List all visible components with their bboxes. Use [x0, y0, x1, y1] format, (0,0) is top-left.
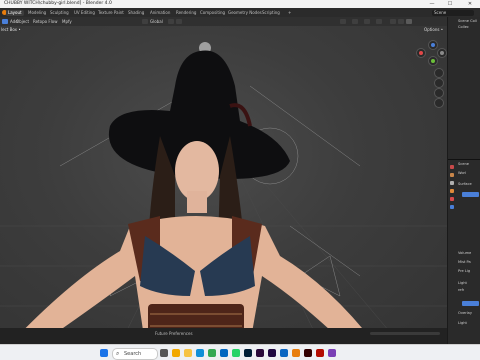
shading-rendered-icon[interactable] [406, 19, 412, 24]
props-light[interactable]: Light [458, 281, 467, 286]
scene-render [0, 42, 447, 344]
surface-value-field[interactable] [462, 192, 479, 197]
status-bar: Future Preferences [0, 328, 447, 344]
scene-selector[interactable]: Scene [432, 10, 474, 16]
chrome-icon[interactable] [208, 349, 216, 357]
illustrator-icon[interactable] [304, 349, 312, 357]
viewport-header: Add Object Retopo Flow Mpfy Global [0, 17, 447, 26]
search-icon: ⌕ [116, 350, 120, 357]
pan-hand-icon[interactable] [434, 78, 444, 88]
file-explorer-icon[interactable] [184, 349, 192, 357]
taskbar-search[interactable]: ⌕ Search [112, 348, 158, 360]
tab-uv-editing[interactable]: UV Editing [72, 10, 97, 16]
search-input: Search [124, 351, 142, 357]
props-scene: Scene [458, 162, 469, 166]
widgets-icon[interactable] [172, 349, 180, 357]
scene-properties-icon[interactable] [450, 189, 454, 193]
photoshop-icon[interactable] [244, 349, 252, 357]
tab-scripting[interactable]: Scripting [260, 10, 282, 16]
tab-compositing[interactable]: Compositing [198, 10, 227, 16]
tool-properties-icon[interactable] [450, 165, 454, 169]
menu-retopo-flow[interactable]: Retopo Flow [33, 19, 57, 24]
preferences-label[interactable]: Future Preferences [155, 331, 193, 336]
menu-object[interactable]: Object [16, 19, 29, 24]
object-properties-icon[interactable] [450, 205, 454, 209]
shading-solid-icon[interactable] [390, 19, 396, 24]
outliner-row-scene-collection[interactable]: Scene Coll [458, 19, 477, 24]
camera-view-icon[interactable] [434, 88, 444, 98]
workspace-bar: Layout Modeling Sculpting UV Editing Texture… [0, 8, 480, 17]
whatsapp-icon[interactable] [232, 349, 240, 357]
tab-geometry-nodes[interactable]: Geometry Nodes [226, 10, 264, 16]
world-properties-icon[interactable] [450, 197, 454, 201]
tab-modeling[interactable]: Modeling [26, 10, 48, 16]
props-overlay[interactable]: Overlay [458, 311, 472, 316]
window-title: CHUBBY WITCH\chubby-girl.blend] - Blende… [4, 1, 112, 6]
mail-icon[interactable] [220, 349, 228, 357]
right-panel: Scene Coll Collec Scene Worl Surface Vol… [447, 17, 480, 344]
windows-taskbar: ⌕ Search [0, 344, 480, 360]
gizmo-axis-blue[interactable] [428, 40, 438, 50]
tab-rendering[interactable]: Rendering [174, 10, 198, 16]
props-surface[interactable]: Surface [458, 182, 472, 187]
maximize-button[interactable]: ☐ [442, 0, 458, 8]
xray-toggle-icon[interactable] [376, 19, 382, 24]
perspective-toggle-icon[interactable] [434, 98, 444, 108]
store-icon[interactable] [280, 349, 288, 357]
proportional-edit-icon[interactable] [176, 19, 182, 24]
edge-icon[interactable] [196, 349, 204, 357]
orientation-dropdown[interactable]: Global [150, 19, 163, 24]
blender-icon[interactable] [292, 349, 300, 357]
view-object-types-icon[interactable] [340, 19, 346, 24]
timeline-scrubber[interactable] [370, 332, 440, 335]
props-pre-light[interactable]: Pre Lig [458, 269, 470, 274]
tab-sculpting[interactable]: Sculpting [48, 10, 71, 16]
props-mist[interactable]: Mist Pa [458, 260, 471, 265]
gizmo-axis-neg[interactable] [437, 48, 447, 58]
tab-animation[interactable]: Animation [148, 10, 172, 16]
minimize-button[interactable]: — [424, 0, 440, 8]
tab-texture-paint[interactable]: Texture Paint [96, 10, 126, 16]
overlay-toggle-icon[interactable] [364, 19, 370, 24]
add-workspace-button[interactable]: + [286, 10, 293, 16]
shading-material-icon[interactable] [398, 19, 404, 24]
3d-viewport[interactable]: lect Box • Options • [0, 26, 447, 344]
panel-divider [448, 159, 480, 160]
zoom-icon[interactable] [434, 68, 444, 78]
tab-layout[interactable]: Layout [6, 10, 24, 16]
scene-label: Scene [434, 10, 447, 15]
props-world[interactable]: Worl [458, 171, 466, 176]
menu-mpfy[interactable]: Mpfy [62, 19, 72, 24]
snap-icon[interactable] [168, 19, 174, 24]
props-light-2[interactable]: Light [458, 321, 467, 326]
outliner-row-collection[interactable]: Collec [458, 25, 469, 30]
neck [187, 191, 207, 213]
tab-shading[interactable]: Shading [126, 10, 146, 16]
props-refr[interactable]: refr [458, 288, 464, 293]
acrobat-icon[interactable] [316, 349, 324, 357]
premiere-icon[interactable] [256, 349, 264, 357]
after-effects-icon[interactable] [268, 349, 276, 357]
transform-pivot-icon[interactable] [142, 19, 148, 24]
render-properties-icon[interactable] [450, 173, 454, 177]
windows-start-icon[interactable] [100, 349, 108, 357]
gizmo-axis-red[interactable] [416, 48, 426, 58]
gizmo-axis-green[interactable] [428, 56, 438, 66]
props-volume[interactable]: Volume [458, 251, 471, 256]
media-icon[interactable] [328, 349, 336, 357]
task-view-icon[interactable] [160, 349, 168, 357]
editor-type-icon[interactable] [2, 19, 8, 24]
close-button[interactable]: ✕ [462, 0, 478, 8]
title-bar: CHUBBY WITCH\chubby-girl.blend] - Blende… [0, 0, 480, 8]
gizmo-toggle-icon[interactable] [352, 19, 358, 24]
output-properties-icon[interactable] [450, 181, 454, 185]
light-value-field[interactable] [462, 301, 479, 306]
